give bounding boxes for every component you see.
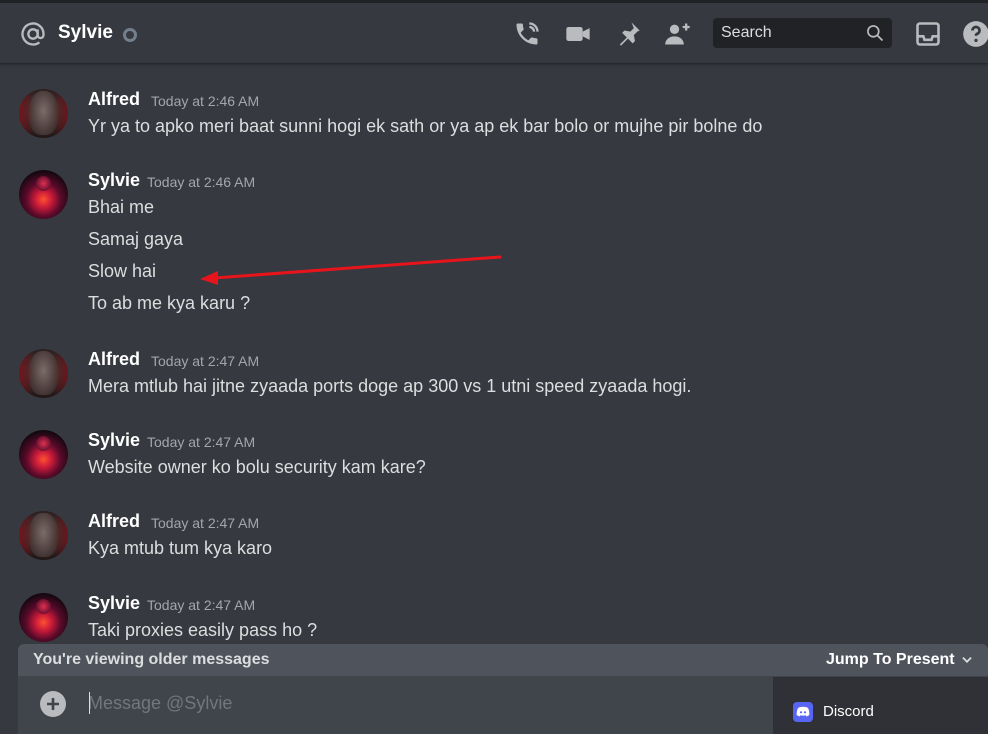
- page-title: Sylvie: [58, 22, 113, 43]
- discord-logo-icon: [793, 702, 813, 722]
- message-list: Alfred Today at 2:46 AM Yr ya to apko me…: [0, 64, 988, 644]
- plus-icon: [47, 698, 59, 710]
- status-offline-icon: [123, 28, 137, 42]
- channel-header: Sylvie Search: [0, 3, 988, 64]
- discord-label: Discord: [823, 703, 874, 720]
- jump-to-present-button[interactable]: Jump To Present: [826, 651, 955, 669]
- add-attachment-button[interactable]: [40, 691, 66, 717]
- search-box[interactable]: Search: [713, 18, 892, 48]
- search-placeholder: Search: [721, 24, 772, 41]
- pin-icon[interactable]: [614, 20, 642, 48]
- older-messages-bar: You're viewing older messages Jump To Pr…: [18, 644, 988, 676]
- inbox-icon[interactable]: [914, 20, 942, 48]
- call-icon[interactable]: [513, 20, 541, 48]
- text-caret: [89, 692, 90, 714]
- search-icon: [867, 25, 884, 42]
- older-messages-label: You're viewing older messages: [33, 651, 270, 668]
- at-icon: [21, 22, 45, 46]
- annotation-arrow: [200, 255, 502, 285]
- add-friend-icon[interactable]: [664, 20, 692, 48]
- help-icon[interactable]: [962, 20, 988, 48]
- video-icon[interactable]: [564, 20, 592, 48]
- chevron-down-icon[interactable]: [960, 653, 974, 667]
- message-input[interactable]: [88, 690, 688, 716]
- discord-notification[interactable]: Discord: [773, 677, 988, 734]
